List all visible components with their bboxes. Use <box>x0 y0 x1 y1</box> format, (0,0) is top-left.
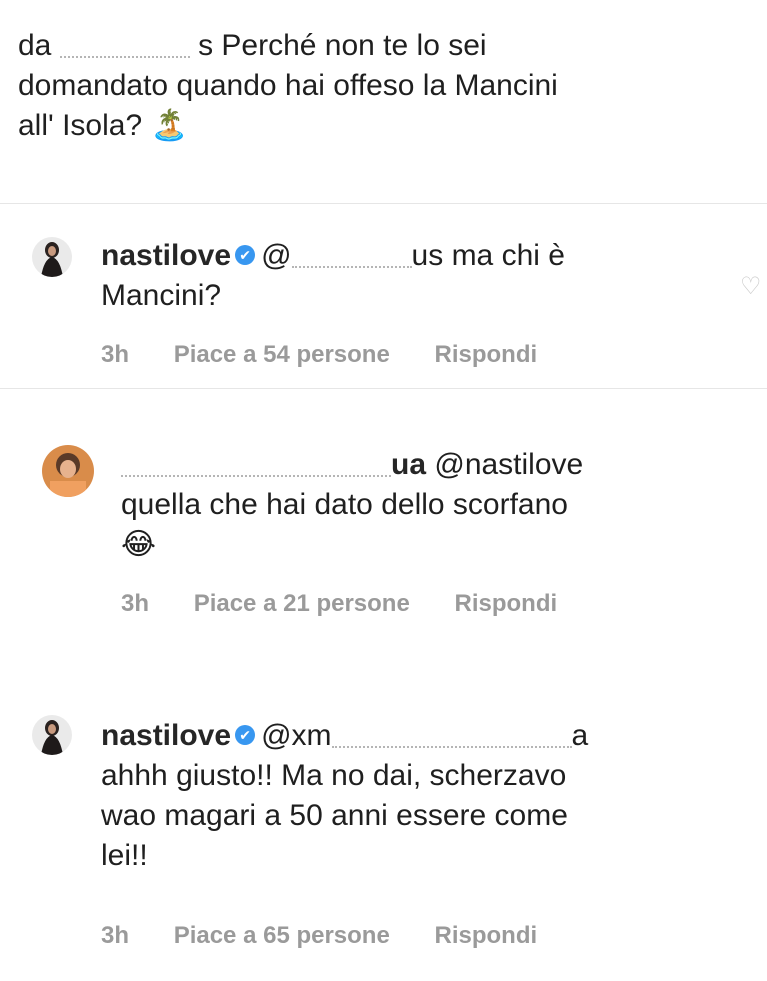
divider <box>0 388 767 389</box>
top-comment-line1: da s Perché non te lo sei <box>18 26 758 66</box>
comment-text-line2: domandato quando hai offeso la Mancini <box>18 69 558 102</box>
verified-badge-icon: ✔ <box>235 725 256 746</box>
mention-link[interactable]: @ us <box>261 239 443 272</box>
comment-text-line3: all' Isola? <box>18 109 143 142</box>
timestamp: 3h <box>121 590 150 617</box>
reply-button[interactable]: Rispondi <box>435 922 538 949</box>
laughing-emoji-icon: 😂 <box>121 528 157 561</box>
divider <box>0 203 767 204</box>
reply-text: ma chi è <box>451 239 565 272</box>
reply-3-meta: 3h Piace a 65 persone Rispondi <box>101 922 575 950</box>
username-link[interactable]: ua <box>121 448 426 481</box>
avatar-nastilove[interactable] <box>32 715 72 755</box>
reply-1-body: nastilove ✔ @ us ma chi è Mancini? <box>101 236 721 316</box>
reply-text-line3: lei!! <box>101 839 148 872</box>
top-comment: da s Perché non te lo sei domandato quan… <box>18 26 758 146</box>
reply-text-line2: Mancini? <box>101 279 222 312</box>
heart-icon[interactable]: ♡ <box>740 272 762 301</box>
likes-count-link[interactable]: Piace a 54 persone <box>174 341 390 368</box>
comment-text-line1: s Perché non te lo sei <box>198 29 487 62</box>
redacted-username <box>59 36 190 59</box>
redacted-mention <box>331 726 572 749</box>
username-link[interactable]: nastilove <box>101 239 231 272</box>
timestamp: 3h <box>101 341 130 368</box>
redacted-username <box>121 455 391 478</box>
avatar-nastilove[interactable] <box>32 237 72 277</box>
reply-text: quella che hai dato dello scorfano <box>121 488 568 521</box>
reply-button[interactable]: Rispondi <box>435 341 538 368</box>
island-emoji-icon: 🏝️ <box>150 109 188 142</box>
comment-author-prefix: da <box>18 29 52 62</box>
username-link[interactable]: nastilove <box>101 719 231 752</box>
avatar-commenter[interactable] <box>42 445 94 497</box>
redacted-mention <box>291 246 412 269</box>
reply-1-meta: 3h Piace a 54 persone Rispondi <box>101 341 575 369</box>
likes-count-link[interactable]: Piace a 21 persone <box>194 590 410 617</box>
verified-badge-icon: ✔ <box>235 245 256 266</box>
mention-link[interactable]: @xm a <box>261 719 588 752</box>
reply-text-line1: ahhh giusto!! Ma no dai, scherzavo <box>101 759 567 792</box>
reply-text-line2: wao magari a 50 anni essere come <box>101 799 568 832</box>
reply-button[interactable]: Rispondi <box>455 590 558 617</box>
top-comment-line3: all' Isola? 🏝️ <box>18 106 758 146</box>
reply-2-meta: 3h Piace a 21 persone Rispondi <box>121 590 595 618</box>
reply-2-body: ua @nastilove quella che hai dato dello … <box>121 445 741 565</box>
reply-3-body: nastilove ✔ @xm a ahhh giusto!! Ma no dai, … <box>101 716 741 876</box>
likes-count-link[interactable]: Piace a 65 persone <box>174 922 390 949</box>
mention-link[interactable]: @nastilove <box>434 448 583 481</box>
timestamp: 3h <box>101 922 130 949</box>
